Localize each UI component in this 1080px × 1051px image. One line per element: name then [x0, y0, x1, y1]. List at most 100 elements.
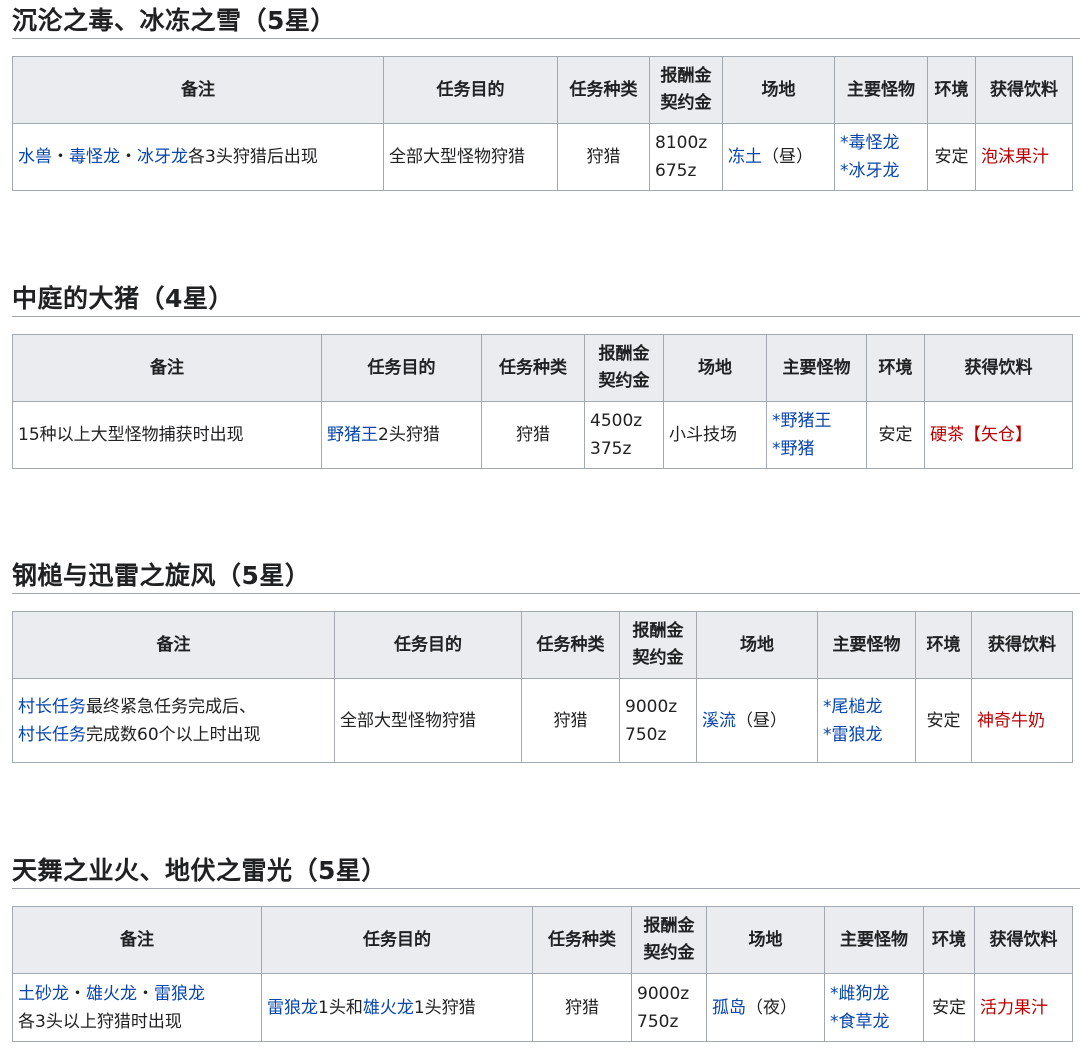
header-reward: 报酬金 契约金	[631, 906, 707, 974]
cell-type: 狩猎	[521, 678, 620, 763]
monster-link[interactable]: *毒怪龙	[840, 129, 922, 157]
header-reward: 报酬金 契约金	[619, 611, 697, 679]
cell-note: 水兽・毒怪龙・冰牙龙各3头狩猎后出现	[12, 123, 384, 191]
quest-link[interactable]: 村长任务	[18, 725, 86, 745]
title-divider	[12, 316, 1080, 317]
cell-env: 安定	[923, 973, 975, 1042]
locale-link[interactable]: 孤岛	[712, 998, 746, 1018]
title-divider	[12, 38, 1080, 39]
header-type: 任务种类	[532, 906, 632, 974]
header-drink: 获得饮料	[974, 906, 1073, 974]
quest-title: 天舞之业火、地伏之雷光（5星）	[12, 856, 387, 885]
header-monsters: 主要怪物	[824, 906, 924, 974]
title-divider	[12, 888, 1080, 889]
cell-note: 村长任务最终紧急任务完成后、 村长任务完成数60个以上时出现	[12, 678, 335, 763]
table-row: 水兽・毒怪龙・冰牙龙各3头狩猎后出现 全部大型怪物狩猎 狩猎 8100z 675z…	[12, 123, 1073, 191]
cell-goal: 野猪王2头狩猎	[321, 401, 482, 469]
cell-locale: 孤岛（夜）	[706, 973, 825, 1042]
header-note: 备注	[12, 611, 335, 679]
monster-link[interactable]: 冰牙龙	[137, 147, 188, 167]
cell-monsters: *雌狗龙 *食草龙	[824, 973, 924, 1042]
header-env: 环境	[915, 611, 972, 679]
header-drink: 获得饮料	[975, 56, 1073, 124]
quest-title: 沉沦之毒、冰冻之雪（5星）	[12, 6, 336, 35]
monster-link[interactable]: 土砂龙	[18, 984, 69, 1004]
table-header-row: 备注 任务目的 任务种类 报酬金 契约金 场地 主要怪物 环境 获得饮料	[12, 56, 1073, 124]
cell-reward: 8100z 675z	[649, 123, 723, 191]
header-type: 任务种类	[521, 611, 620, 679]
cell-drink[interactable]: 活力果汁	[974, 973, 1073, 1042]
cell-goal: 全部大型怪物狩猎	[383, 123, 558, 191]
cell-drink[interactable]: 泡沫果汁	[975, 123, 1073, 191]
header-env: 环境	[927, 56, 976, 124]
cell-monsters: *野猪王 *野猪	[766, 401, 867, 469]
monster-link[interactable]: 野猪王	[327, 425, 378, 445]
cell-type: 狩猎	[481, 401, 585, 469]
cell-goal: 全部大型怪物狩猎	[334, 678, 522, 763]
header-drink: 获得饮料	[924, 334, 1073, 402]
table-row: 村长任务最终紧急任务完成后、 村长任务完成数60个以上时出现 全部大型怪物狩猎 狩…	[12, 678, 1073, 763]
quest-title: 钢槌与迅雷之旋风（5星）	[12, 561, 311, 590]
cell-goal: 雷狼龙1头和雄火龙1头狩猎	[261, 973, 533, 1042]
monster-link[interactable]: *雌狗龙	[830, 980, 918, 1008]
monster-link[interactable]: 水兽	[18, 147, 52, 167]
monster-link[interactable]: *尾槌龙	[823, 693, 910, 721]
header-goal: 任务目的	[383, 56, 558, 124]
cell-env: 安定	[915, 678, 972, 763]
header-monsters: 主要怪物	[766, 334, 867, 402]
cell-reward: 9000z 750z	[619, 678, 697, 763]
monster-link[interactable]: *冰牙龙	[840, 157, 922, 185]
cell-reward: 4500z 375z	[584, 401, 664, 469]
monster-link[interactable]: *野猪王	[772, 407, 861, 435]
cell-monsters: *毒怪龙 *冰牙龙	[834, 123, 928, 191]
cell-type: 狩猎	[532, 973, 632, 1042]
cell-locale: 冻土（昼）	[722, 123, 835, 191]
header-monsters: 主要怪物	[817, 611, 916, 679]
header-goal: 任务目的	[261, 906, 533, 974]
monster-link[interactable]: 雄火龙	[86, 984, 137, 1004]
table-row: 土砂龙・雄火龙・雷狼龙 各3头以上狩猎时出现 雷狼龙1头和雄火龙1头狩猎 狩猎 9…	[12, 973, 1073, 1042]
monster-link[interactable]: 雷狼龙	[154, 984, 205, 1004]
header-env: 环境	[866, 334, 925, 402]
cell-monsters: *尾槌龙 *雷狼龙	[817, 678, 916, 763]
monster-link[interactable]: 毒怪龙	[69, 147, 120, 167]
monster-link[interactable]: *雷狼龙	[823, 721, 910, 749]
cell-type: 狩猎	[557, 123, 650, 191]
header-env: 环境	[923, 906, 975, 974]
cell-locale: 小斗技场	[663, 401, 767, 469]
table-header-row: 备注 任务目的 任务种类 报酬金 契约金 场地 主要怪物 环境 获得饮料	[12, 334, 1073, 402]
header-type: 任务种类	[481, 334, 585, 402]
header-locale: 场地	[696, 611, 818, 679]
quest-link[interactable]: 村长任务	[18, 697, 86, 717]
quest-table: 备注 任务目的 任务种类 报酬金 契约金 场地 主要怪物 环境 获得饮料 村长任务…	[12, 611, 1073, 763]
header-locale: 场地	[722, 56, 835, 124]
title-divider	[12, 593, 1080, 594]
quest-table: 备注 任务目的 任务种类 报酬金 契约金 场地 主要怪物 环境 获得饮料 15种以…	[12, 334, 1073, 469]
cell-drink[interactable]: 神奇牛奶	[971, 678, 1073, 763]
locale-link[interactable]: 冻土	[728, 147, 762, 167]
monster-link[interactable]: 雄火龙	[363, 998, 414, 1018]
table-row: 15种以上大型怪物捕获时出现 野猪王2头狩猎 狩猎 4500z 375z 小斗技场…	[12, 401, 1073, 469]
quest-table: 备注 任务目的 任务种类 报酬金 契约金 场地 主要怪物 环境 获得饮料 土砂龙・…	[12, 906, 1073, 1042]
header-drink: 获得饮料	[971, 611, 1073, 679]
header-goal: 任务目的	[334, 611, 522, 679]
table-header-row: 备注 任务目的 任务种类 报酬金 契约金 场地 主要怪物 环境 获得饮料	[12, 906, 1073, 974]
header-note: 备注	[12, 906, 262, 974]
header-reward: 报酬金 契约金	[584, 334, 664, 402]
header-type: 任务种类	[557, 56, 650, 124]
header-note: 备注	[12, 56, 384, 124]
monster-link[interactable]: 雷狼龙	[267, 998, 318, 1018]
header-reward: 报酬金 契约金	[649, 56, 723, 124]
header-locale: 场地	[663, 334, 767, 402]
monster-link[interactable]: *食草龙	[830, 1008, 918, 1036]
quest-title: 中庭的大猪（4星）	[12, 284, 234, 313]
monster-link[interactable]: *野猪	[772, 435, 861, 463]
quest-table: 备注 任务目的 任务种类 报酬金 契约金 场地 主要怪物 环境 获得饮料 水兽・毒…	[12, 56, 1073, 191]
cell-env: 安定	[927, 123, 976, 191]
locale-link[interactable]: 溪流	[702, 711, 736, 731]
table-header-row: 备注 任务目的 任务种类 报酬金 契约金 场地 主要怪物 环境 获得饮料	[12, 611, 1073, 679]
cell-drink[interactable]: 硬茶【矢仓】	[924, 401, 1073, 469]
header-locale: 场地	[706, 906, 825, 974]
cell-locale: 溪流（昼）	[696, 678, 818, 763]
header-monsters: 主要怪物	[834, 56, 928, 124]
